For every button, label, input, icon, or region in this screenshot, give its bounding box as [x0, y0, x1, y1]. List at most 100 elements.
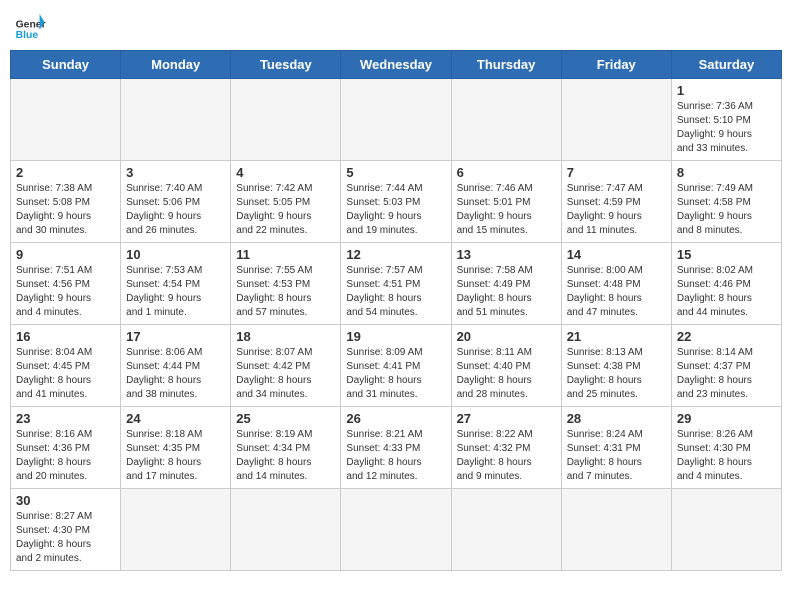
- calendar-week-2: 2Sunrise: 7:38 AM Sunset: 5:08 PM Daylig…: [11, 161, 782, 243]
- day-info: Sunrise: 8:02 AM Sunset: 4:46 PM Dayligh…: [677, 264, 776, 320]
- day-number: 28: [567, 411, 666, 426]
- calendar-cell: [451, 79, 561, 161]
- day-info: Sunrise: 8:24 AM Sunset: 4:31 PM Dayligh…: [567, 428, 666, 484]
- day-info: Sunrise: 7:49 AM Sunset: 4:58 PM Dayligh…: [677, 182, 776, 238]
- calendar-cell: 13 Sunrise: 7:58 AM Sunset: 4:49 PM Dayli…: [451, 243, 561, 325]
- calendar-cell: [341, 79, 451, 161]
- calendar-cell: [121, 79, 231, 161]
- day-number: 23: [16, 411, 115, 426]
- calendar-cell: 26 Sunrise: 8:21 AM Sunset: 4:33 PM Dayli…: [341, 407, 451, 489]
- calendar-cell: 8 Sunrise: 7:49 AM Sunset: 4:58 PM Daylig…: [671, 161, 781, 243]
- day-info: Sunrise: 7:47 AM Sunset: 4:59 PM Dayligh…: [567, 182, 666, 238]
- day-info: Sunrise: 7:44 AM Sunset: 5:03 PM Dayligh…: [346, 182, 445, 238]
- calendar-cell: 16 Sunrise: 8:04 AM Sunset: 4:45 PM Dayli…: [11, 325, 121, 407]
- day-info: Sunrise: 7:55 AM Sunset: 4:53 PM Dayligh…: [236, 264, 335, 320]
- day-info: Sunrise: 7:42 AM Sunset: 5:05 PM Dayligh…: [236, 182, 335, 238]
- calendar-cell: 28 Sunrise: 8:24 AM Sunset: 4:31 PM Dayli…: [561, 407, 671, 489]
- day-number: 13: [457, 247, 556, 262]
- day-number: 5: [346, 165, 445, 180]
- calendar-header-row: SundayMondayTuesdayWednesdayThursdayFrid…: [11, 51, 782, 79]
- day-info: Sunrise: 8:11 AM Sunset: 4:40 PM Dayligh…: [457, 346, 556, 402]
- day-number: 18: [236, 329, 335, 344]
- day-header-wednesday: Wednesday: [341, 51, 451, 79]
- day-number: 1: [677, 83, 776, 98]
- calendar-cell: 20 Sunrise: 8:11 AM Sunset: 4:40 PM Dayli…: [451, 325, 561, 407]
- logo: General Blue: [14, 10, 46, 42]
- day-number: 30: [16, 493, 115, 508]
- day-number: 21: [567, 329, 666, 344]
- day-number: 4: [236, 165, 335, 180]
- calendar-cell: 17Sunrise: 8:06 AM Sunset: 4:44 PM Dayli…: [121, 325, 231, 407]
- calendar-cell: [11, 79, 121, 161]
- day-info: Sunrise: 8:14 AM Sunset: 4:37 PM Dayligh…: [677, 346, 776, 402]
- day-info: Sunrise: 8:26 AM Sunset: 4:30 PM Dayligh…: [677, 428, 776, 484]
- day-number: 22: [677, 329, 776, 344]
- calendar-cell: 27Sunrise: 8:22 AM Sunset: 4:32 PM Dayli…: [451, 407, 561, 489]
- calendar-cell: 12 Sunrise: 7:57 AM Sunset: 4:51 PM Dayli…: [341, 243, 451, 325]
- calendar-cell: 4 Sunrise: 7:42 AM Sunset: 5:05 PM Daylig…: [231, 161, 341, 243]
- calendar-cell: 5 Sunrise: 7:44 AM Sunset: 5:03 PM Daylig…: [341, 161, 451, 243]
- day-info: Sunrise: 7:58 AM Sunset: 4:49 PM Dayligh…: [457, 264, 556, 320]
- calendar-cell: 14Sunrise: 8:00 AM Sunset: 4:48 PM Dayli…: [561, 243, 671, 325]
- day-info: Sunrise: 8:21 AM Sunset: 4:33 PM Dayligh…: [346, 428, 445, 484]
- day-info: Sunrise: 8:19 AM Sunset: 4:34 PM Dayligh…: [236, 428, 335, 484]
- day-info: Sunrise: 8:07 AM Sunset: 4:42 PM Dayligh…: [236, 346, 335, 402]
- day-number: 9: [16, 247, 115, 262]
- day-info: Sunrise: 8:18 AM Sunset: 4:35 PM Dayligh…: [126, 428, 225, 484]
- logo-icon: General Blue: [14, 10, 46, 42]
- calendar-cell: 9 Sunrise: 7:51 AM Sunset: 4:56 PM Daylig…: [11, 243, 121, 325]
- day-number: 15: [677, 247, 776, 262]
- calendar-cell: 19 Sunrise: 8:09 AM Sunset: 4:41 PM Dayli…: [341, 325, 451, 407]
- day-info: Sunrise: 8:27 AM Sunset: 4:30 PM Dayligh…: [16, 510, 115, 566]
- day-header-thursday: Thursday: [451, 51, 561, 79]
- day-number: 3: [126, 165, 225, 180]
- calendar-cell: [451, 489, 561, 571]
- calendar-cell: [561, 79, 671, 161]
- calendar-cell: 3 Sunrise: 7:40 AM Sunset: 5:06 PM Daylig…: [121, 161, 231, 243]
- day-info: Sunrise: 7:57 AM Sunset: 4:51 PM Dayligh…: [346, 264, 445, 320]
- calendar-week-6: 30 Sunrise: 8:27 AM Sunset: 4:30 PM Dayli…: [11, 489, 782, 571]
- day-number: 20: [457, 329, 556, 344]
- day-number: 7: [567, 165, 666, 180]
- day-info: Sunrise: 8:13 AM Sunset: 4:38 PM Dayligh…: [567, 346, 666, 402]
- day-info: Sunrise: 7:53 AM Sunset: 4:54 PM Dayligh…: [126, 264, 225, 320]
- calendar-cell: 15 Sunrise: 8:02 AM Sunset: 4:46 PM Dayli…: [671, 243, 781, 325]
- calendar-cell: 25Sunrise: 8:19 AM Sunset: 4:34 PM Dayli…: [231, 407, 341, 489]
- day-number: 12: [346, 247, 445, 262]
- calendar-week-3: 9 Sunrise: 7:51 AM Sunset: 4:56 PM Daylig…: [11, 243, 782, 325]
- calendar-cell: [341, 489, 451, 571]
- day-number: 16: [16, 329, 115, 344]
- day-number: 14: [567, 247, 666, 262]
- day-info: Sunrise: 8:22 AM Sunset: 4:32 PM Dayligh…: [457, 428, 556, 484]
- calendar-cell: 11 Sunrise: 7:55 AM Sunset: 4:53 PM Dayli…: [231, 243, 341, 325]
- calendar-cell: 21 Sunrise: 8:13 AM Sunset: 4:38 PM Dayli…: [561, 325, 671, 407]
- calendar-cell: 6Sunrise: 7:46 AM Sunset: 5:01 PM Daylig…: [451, 161, 561, 243]
- calendar-cell: 29 Sunrise: 8:26 AM Sunset: 4:30 PM Dayli…: [671, 407, 781, 489]
- calendar-cell: 24Sunrise: 8:18 AM Sunset: 4:35 PM Dayli…: [121, 407, 231, 489]
- calendar-cell: [561, 489, 671, 571]
- day-number: 8: [677, 165, 776, 180]
- calendar-cell: 10 Sunrise: 7:53 AM Sunset: 4:54 PM Dayli…: [121, 243, 231, 325]
- calendar-week-5: 23Sunrise: 8:16 AM Sunset: 4:36 PM Dayli…: [11, 407, 782, 489]
- day-header-saturday: Saturday: [671, 51, 781, 79]
- day-number: 29: [677, 411, 776, 426]
- day-number: 11: [236, 247, 335, 262]
- day-info: Sunrise: 8:09 AM Sunset: 4:41 PM Dayligh…: [346, 346, 445, 402]
- calendar-cell: 1 Sunrise: 7:36 AM Sunset: 5:10 PM Daylig…: [671, 79, 781, 161]
- day-header-monday: Monday: [121, 51, 231, 79]
- day-header-tuesday: Tuesday: [231, 51, 341, 79]
- day-info: Sunrise: 7:36 AM Sunset: 5:10 PM Dayligh…: [677, 100, 776, 156]
- day-number: 19: [346, 329, 445, 344]
- day-info: Sunrise: 8:04 AM Sunset: 4:45 PM Dayligh…: [16, 346, 115, 402]
- calendar-cell: 2Sunrise: 7:38 AM Sunset: 5:08 PM Daylig…: [11, 161, 121, 243]
- day-info: Sunrise: 7:40 AM Sunset: 5:06 PM Dayligh…: [126, 182, 225, 238]
- day-info: Sunrise: 8:06 AM Sunset: 4:44 PM Dayligh…: [126, 346, 225, 402]
- calendar-cell: 18 Sunrise: 8:07 AM Sunset: 4:42 PM Dayli…: [231, 325, 341, 407]
- calendar-cell: [121, 489, 231, 571]
- calendar-cell: [671, 489, 781, 571]
- day-number: 26: [346, 411, 445, 426]
- day-header-friday: Friday: [561, 51, 671, 79]
- day-info: Sunrise: 7:51 AM Sunset: 4:56 PM Dayligh…: [16, 264, 115, 320]
- svg-text:Blue: Blue: [16, 30, 39, 41]
- day-number: 10: [126, 247, 225, 262]
